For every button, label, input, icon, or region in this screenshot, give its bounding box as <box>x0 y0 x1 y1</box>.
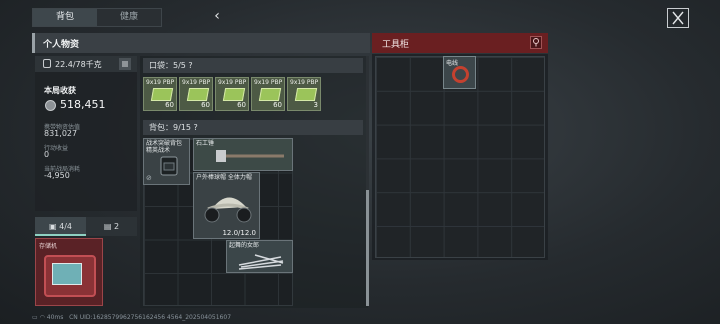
personal-supplies-header: 个人物资 <box>32 33 370 53</box>
ammo-box-icon: ▤ <box>103 222 112 231</box>
tactical-backpack-item[interactable]: 战术突破背包 精英战术 ⊘ <box>143 138 190 185</box>
current-loss: -4,950 <box>44 171 70 180</box>
tool-cabinet-header: 工具柜 <box>372 33 548 53</box>
device-label: 存储机 <box>39 243 58 250</box>
ammo-item[interactable]: 9x19 PBP 60 <box>143 77 177 111</box>
ammo-pack-icon <box>186 88 210 101</box>
ammo-count: 60 <box>165 101 174 109</box>
tool-cabinet-title: 工具柜 <box>382 40 410 50</box>
ammo-pack-icon <box>222 88 246 101</box>
dancing-girl-item[interactable]: 起舞的女郎 <box>226 240 293 273</box>
help-icon: ? <box>188 61 193 70</box>
ammo-count: 60 <box>237 101 246 109</box>
coin-icon <box>45 100 56 111</box>
toolbox-count: 4/4 <box>59 222 72 231</box>
ammo-box-count: 2 <box>114 222 120 231</box>
ammo-item[interactable]: 9x19 PBP 60 <box>251 77 285 111</box>
weight-row: 22.4/78千克 <box>35 56 137 72</box>
ammo-name: 9x19 PBP <box>182 79 211 86</box>
carried-value: 831,027 <box>44 129 78 138</box>
stone-hammer-item[interactable]: 石工锤 <box>193 138 293 171</box>
pocket-label: 口袋：5/5 ? <box>149 61 193 70</box>
ammo-pack-icon <box>258 88 282 101</box>
toolbox-icon: ▣ <box>49 222 57 231</box>
weight-icon <box>43 59 51 68</box>
item-name: 石工锤 <box>196 140 215 147</box>
tab-ammo-box[interactable]: ▤ 2 <box>86 217 137 236</box>
durability-value: 12.0/12.0 <box>222 229 256 237</box>
ping-value: 40ms <box>46 314 64 321</box>
loadout-tabs: ▣ 4/4 ▤ 2 <box>35 217 137 236</box>
device-body <box>44 255 96 297</box>
top-tabs: 背包 健康 <box>32 8 162 27</box>
battery-icon: ▭ <box>32 314 38 321</box>
backpack-label: 背包：9/15 ? <box>149 123 198 132</box>
pocket-header: 口袋：5/5 ? <box>143 58 363 73</box>
ammo-count: 3 <box>313 101 318 109</box>
item-name: 起舞的女郎 <box>229 242 260 249</box>
close-icon[interactable] <box>667 8 689 28</box>
ammo-pack-icon <box>294 88 318 101</box>
earnings-title: 本局收获 <box>44 86 76 95</box>
wire-item[interactable]: 电线 <box>443 56 476 89</box>
baseball-cap-item[interactable]: 户外棒球帽 全体力帽 12.0/12.0 <box>193 172 260 239</box>
chevron-left-icon[interactable]: ‹ <box>210 8 224 24</box>
item-name: 战术突破背包 精英战术 <box>146 140 183 154</box>
location-pin-icon[interactable] <box>530 36 542 49</box>
help-icon: ? <box>193 123 198 132</box>
ammo-count: 60 <box>201 101 210 109</box>
ammo-item[interactable]: 9x19 PBP 60 <box>215 77 249 111</box>
hammer-icon <box>216 150 284 162</box>
ammo-count: 60 <box>273 101 282 109</box>
wire-coil-icon <box>452 66 469 83</box>
ammo-pack-icon <box>150 88 174 101</box>
tab-toolbox[interactable]: ▣ 4/4 <box>35 217 86 236</box>
wifi-icon: ◠ <box>39 314 45 321</box>
tab-health[interactable]: 健康 <box>97 9 161 26</box>
link-icon: ⊘ <box>146 174 152 182</box>
action-income: 0 <box>44 150 50 159</box>
uid-text: CN UID:1628579962756162456 4564_20250405… <box>69 314 232 321</box>
tab-backpack[interactable]: 背包 <box>33 9 97 26</box>
ammo-name: 9x19 PBP <box>146 79 175 86</box>
personal-supplies-title: 个人物资 <box>43 40 80 50</box>
backpack-header: 背包：9/15 ? <box>143 120 363 135</box>
weight-value: 22.4/78千克 <box>55 60 102 69</box>
earnings-value: 518,451 <box>60 98 106 111</box>
ammo-name: 9x19 PBP <box>254 79 283 86</box>
ammo-item[interactable]: 9x19 PBP 3 <box>287 77 321 111</box>
status-bar: ▭ ◠ 40ms CN UID:1628579962756162456 4564… <box>32 314 332 324</box>
item-name: 户外棒球帽 全体力帽 <box>196 174 252 181</box>
device-screen <box>52 263 82 285</box>
item-name: 电线 <box>446 60 459 67</box>
ammo-name: 9x19 PBP <box>218 79 247 86</box>
headset-cap-icon <box>204 197 252 223</box>
ammo-item[interactable]: 9x19 PBP 60 <box>179 77 213 111</box>
list-menu-icon[interactable] <box>119 58 131 70</box>
storage-device-item[interactable]: 存储机 <box>35 238 103 306</box>
dancing-girl-icon <box>238 254 284 270</box>
backpack-icon <box>160 156 178 176</box>
ammo-name: 9x19 PBP <box>290 79 319 86</box>
scrollbar-thumb[interactable] <box>366 190 369 306</box>
